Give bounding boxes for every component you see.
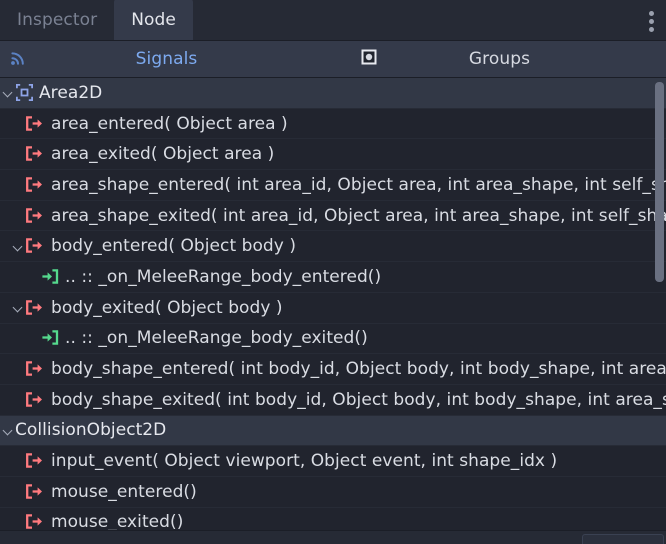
signal-icon <box>25 146 44 162</box>
vertical-dots-icon[interactable] <box>643 6 659 36</box>
tree-row-label: area_exited( Object area ) <box>51 144 275 165</box>
signal-waves-icon <box>10 48 28 70</box>
signal-icon <box>25 361 44 377</box>
tree-connection-row[interactable]: .. :: _on_MeleeRange_body_exited() <box>0 323 666 355</box>
subtab-groups[interactable]: Groups <box>333 41 666 78</box>
tree-signal-row[interactable]: body_shape_exited( int body_id, Object b… <box>0 384 666 416</box>
tree-row-label: .. :: _on_MeleeRange_body_exited() <box>65 328 368 349</box>
vertical-scrollbar[interactable] <box>655 80 664 530</box>
tree-row-label: body_exited( Object body ) <box>51 297 283 318</box>
tree-row-label: area_entered( Object area ) <box>51 113 288 134</box>
connection-slot-icon <box>40 330 59 346</box>
tab-node[interactable]: Node <box>114 0 193 40</box>
subtab-groups-label: Groups <box>468 49 531 69</box>
connection-slot-icon <box>40 269 59 285</box>
tree-signal-row[interactable]: area_shape_exited( int area_id, Object a… <box>0 200 666 232</box>
signal-icon <box>25 453 44 469</box>
tree-row-label: mouse_exited() <box>51 512 184 530</box>
tree-signal-row[interactable]: mouse_entered() <box>0 476 666 508</box>
tree-signal-row[interactable]: body_entered( Object body ) <box>0 231 666 263</box>
tree-signal-row[interactable]: mouse_exited() <box>0 507 666 530</box>
tree-row-label: .. :: _on_MeleeRange_body_entered() <box>65 266 382 287</box>
tree-signal-row[interactable]: input_event( Object viewport, Object eve… <box>0 446 666 477</box>
signals-tree[interactable]: Area2D area_entered( Object area ) area_ex… <box>0 78 666 530</box>
expander-arrow-icon[interactable] <box>12 301 25 314</box>
tree-signal-row[interactable]: body_exited( Object body ) <box>0 292 666 324</box>
tree-connection-row[interactable]: .. :: _on_MeleeRange_body_entered() <box>0 262 666 293</box>
dot-2 <box>648 18 654 24</box>
dot-3 <box>648 26 654 32</box>
tree-row-label: mouse_entered() <box>51 481 197 502</box>
group-node-icon <box>360 48 378 70</box>
tree-signal-row[interactable]: body_shape_entered( int body_id, Object … <box>0 354 666 385</box>
expander-arrow-icon[interactable] <box>2 424 15 437</box>
signal-icon <box>25 299 44 316</box>
signals-groups-tabbar: Signals Groups <box>0 41 666 78</box>
tab-inspector-label: Inspector <box>17 9 98 30</box>
tree-row-label: Area2D <box>39 82 103 103</box>
node-dock-panel: Inspector Node Signals Groups Area2D are… <box>0 0 666 544</box>
expander-arrow-icon[interactable] <box>12 240 25 253</box>
tree-row-label: area_shape_entered( int area_id, Object … <box>51 174 666 195</box>
tree-group-row[interactable]: Area2D <box>0 78 666 109</box>
signal-icon <box>25 391 44 408</box>
tree-signal-row[interactable]: area_shape_entered( int area_id, Object … <box>0 170 666 201</box>
dock-tab-bar: Inspector Node <box>0 0 666 41</box>
subtab-signals[interactable]: Signals <box>0 41 333 78</box>
signal-icon <box>25 115 44 132</box>
bottom-action-button[interactable] <box>582 534 664 544</box>
expander-arrow-icon[interactable] <box>2 86 15 99</box>
dot-1 <box>648 10 654 16</box>
tab-node-label: Node <box>131 9 176 30</box>
tree-row-label: CollisionObject2D <box>15 420 167 441</box>
tree-row-label: area_shape_exited( int area_id, Object a… <box>51 205 666 226</box>
tree-row-label: body_entered( Object body ) <box>51 236 297 257</box>
subtab-signals-label: Signals <box>135 49 198 69</box>
tree-row-label: input_event( Object viewport, Object eve… <box>51 451 558 472</box>
signal-icon <box>25 207 44 224</box>
area2d-class-icon <box>15 83 34 102</box>
tree-row-label: body_shape_entered( int body_id, Object … <box>51 359 666 380</box>
signal-icon <box>25 484 44 500</box>
tab-inspector[interactable]: Inspector <box>0 0 114 40</box>
tree-signal-row[interactable]: area_exited( Object area ) <box>0 139 666 171</box>
signal-icon <box>25 177 44 193</box>
tree-group-row[interactable]: CollisionObject2D <box>0 415 666 447</box>
tree-row-label: body_shape_exited( int body_id, Object b… <box>51 389 666 410</box>
tree-signal-row[interactable]: area_entered( Object area ) <box>0 108 666 140</box>
bottom-bar <box>0 530 666 544</box>
signal-icon <box>25 514 44 530</box>
vertical-scrollbar-thumb[interactable] <box>655 82 664 282</box>
signal-icon <box>25 238 44 254</box>
